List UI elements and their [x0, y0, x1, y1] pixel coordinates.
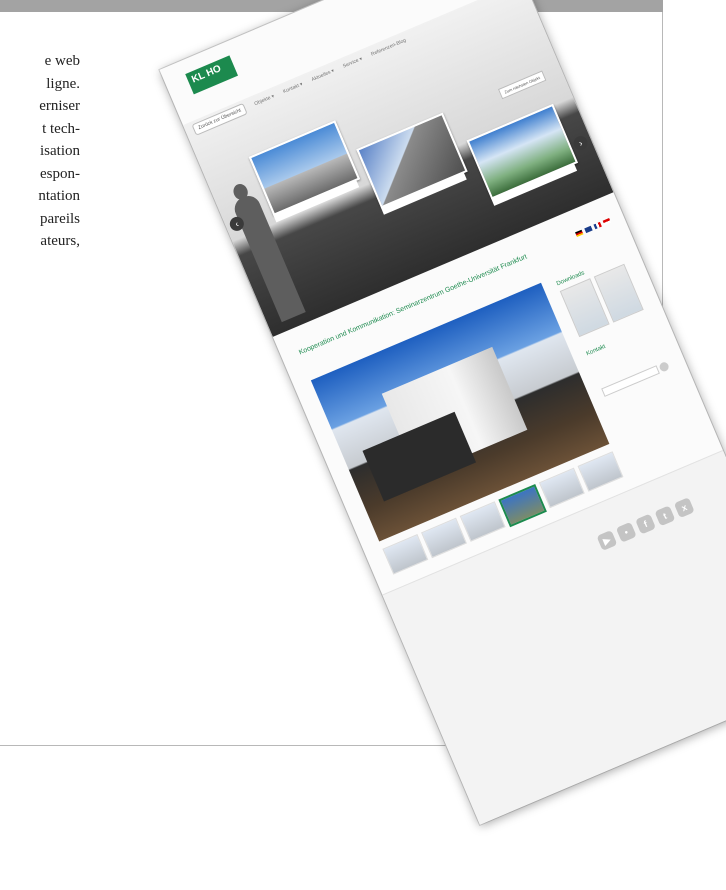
flag-de-icon[interactable] [575, 229, 584, 238]
kontakt-heading: Kontakt [585, 343, 607, 358]
frame-divider [0, 745, 240, 746]
article-text-clip: e web ligne. erniser t tech- isation esp… [0, 42, 80, 312]
flag-fr-icon[interactable] [593, 221, 602, 230]
gallery-thumb[interactable] [459, 501, 506, 542]
flag-en-icon[interactable] [584, 225, 593, 234]
article-line: ntation [38, 188, 80, 204]
article-line: ligne. [46, 75, 80, 92]
article-line: e web [44, 53, 80, 69]
article-line: isation [40, 143, 80, 159]
gallery-thumb-active[interactable] [498, 484, 547, 528]
kontakt-go-button[interactable] [658, 360, 671, 373]
gallery-thumb[interactable] [577, 451, 624, 492]
article-line: espon- [40, 165, 80, 182]
article-text: e web ligne. erniser t tech- isation esp… [0, 50, 80, 253]
brand-logo[interactable]: KL HO [185, 55, 239, 95]
gallery-thumb[interactable] [382, 534, 429, 575]
gallery-thumb[interactable] [421, 517, 467, 559]
article-line: t tech- [42, 120, 80, 137]
article-line: ateurs, [40, 233, 80, 249]
kontakt-select[interactable] [601, 365, 660, 397]
flag-pl-icon[interactable] [602, 217, 612, 226]
article-line: pareils [40, 210, 80, 227]
article-line: erniser [39, 98, 80, 114]
gallery-thumb[interactable] [538, 467, 585, 509]
